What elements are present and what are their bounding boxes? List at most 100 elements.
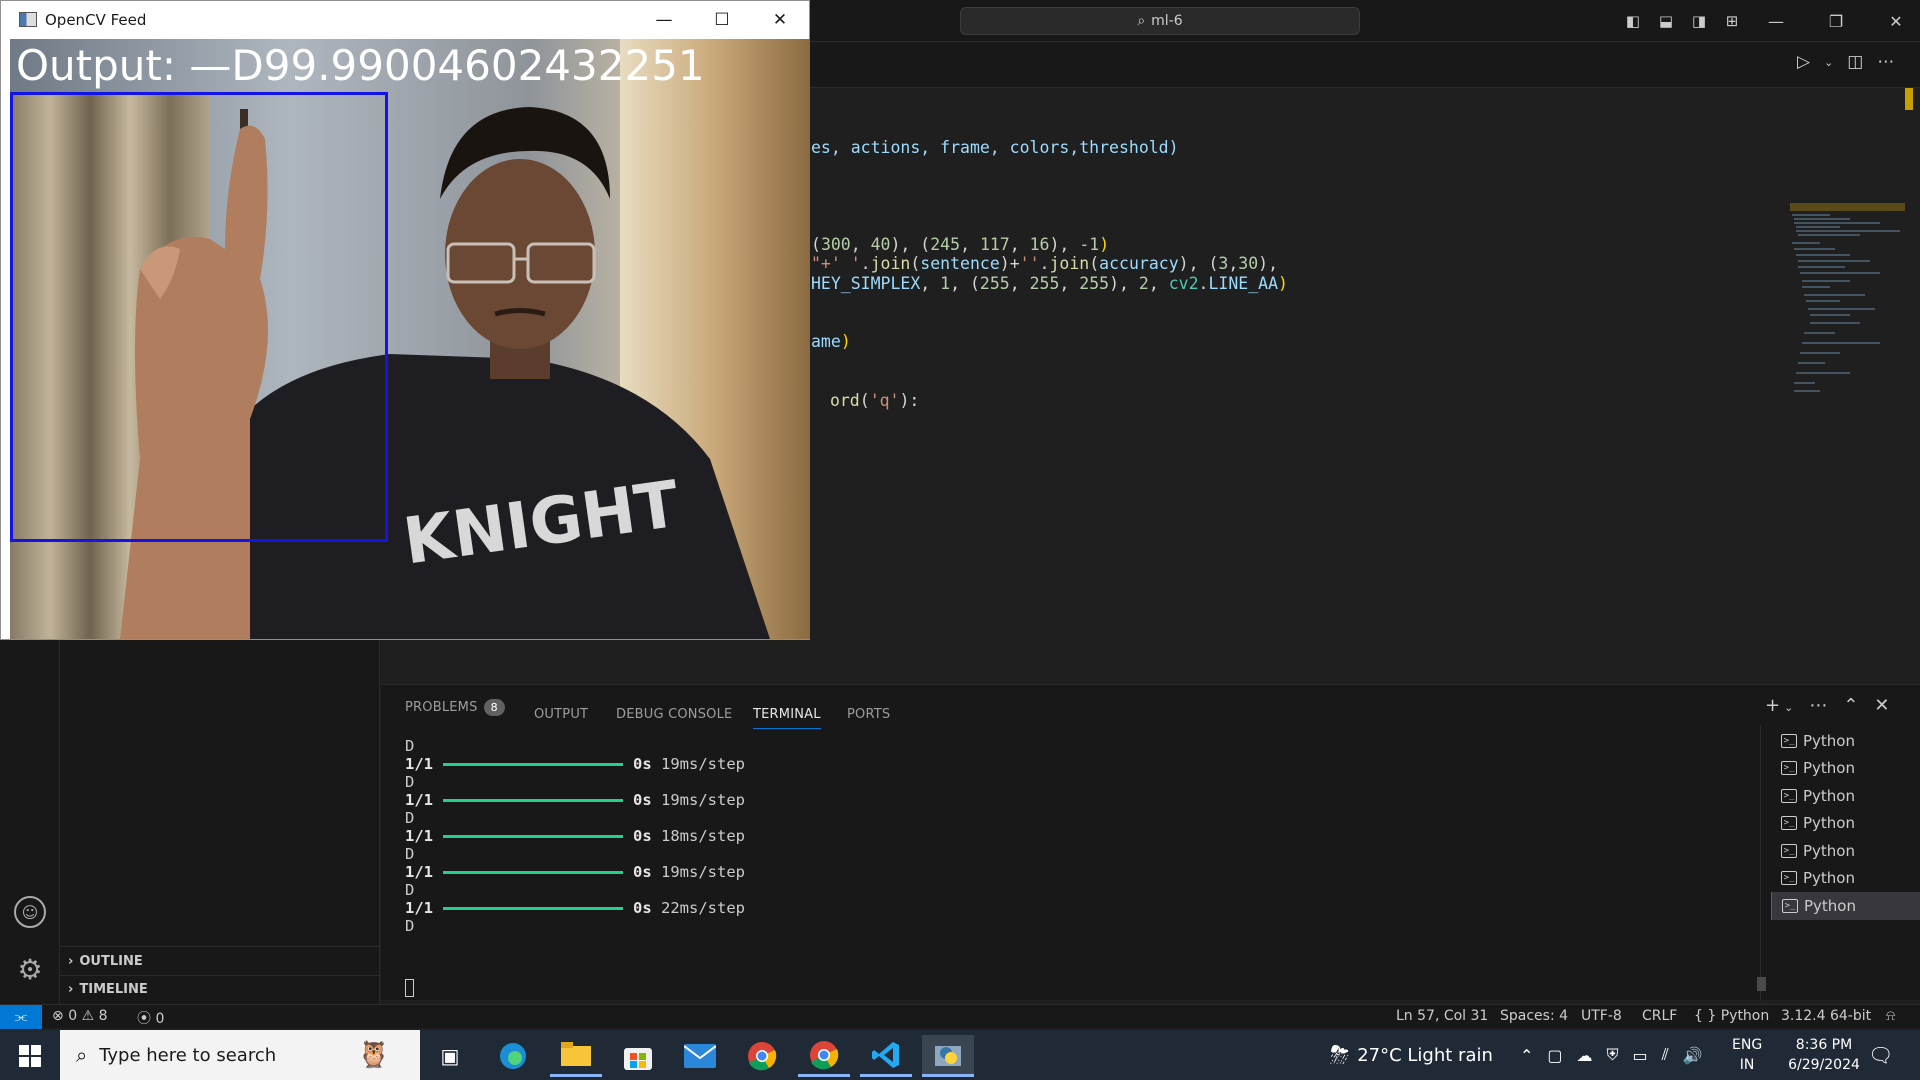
mail-icon[interactable]: [674, 1035, 726, 1077]
weather-widget[interactable]: ⛈ 27°C Light rain: [1330, 1030, 1493, 1080]
tab-debug-console[interactable]: DEBUG CONSOLE: [616, 707, 732, 722]
new-terminal-icon[interactable]: +: [1765, 695, 1780, 716]
wifi-icon[interactable]: ⫽: [1662, 1045, 1669, 1065]
python-interpreter[interactable]: 3.12.4 64-bit: [1781, 1008, 1871, 1024]
terminal-list-item[interactable]: >_ Python: [1771, 755, 1920, 783]
cursor-position[interactable]: Ln 57, Col 31: [1396, 1008, 1488, 1024]
progress-bar: [443, 906, 623, 910]
terminal-list-item[interactable]: >_ Python: [1771, 865, 1920, 893]
code-token: ),: [1049, 235, 1080, 254]
meet-now-icon[interactable]: ▢: [1547, 1046, 1562, 1065]
chevron-up-icon[interactable]: ⌃: [1520, 1046, 1533, 1065]
code-token: join: [870, 254, 911, 273]
code-token: ,: [1148, 274, 1169, 293]
volume-icon[interactable]: 🔊: [1683, 1046, 1703, 1065]
close-icon[interactable]: ✕: [751, 1, 809, 39]
task-view-icon[interactable]: ▣: [424, 1035, 476, 1077]
terminal-list-item[interactable]: >_ Python: [1771, 727, 1920, 755]
customize-layout-icon[interactable]: ⊞: [1719, 8, 1745, 34]
python-icon[interactable]: [922, 1035, 974, 1077]
vscode-icon[interactable]: [860, 1035, 912, 1077]
terminal-list: >_ Python >_ Python >_ Python >_ Python >_ Python…: [1771, 727, 1920, 920]
tab-output[interactable]: OUTPUT: [534, 707, 588, 722]
close-panel-icon[interactable]: ✕: [1874, 695, 1889, 716]
encoding[interactable]: UTF-8: [1581, 1008, 1622, 1024]
ports-status[interactable]: ⦿ 0: [137, 1008, 164, 1028]
progress-bar: [443, 798, 623, 802]
code-token: ): [1278, 274, 1288, 293]
code-line: es, actions, frame, colors,threshold): [811, 138, 1179, 157]
maximize-panel-icon[interactable]: ⌃: [1843, 695, 1858, 716]
toggle-panel-icon[interactable]: ⬓: [1653, 8, 1679, 34]
terminal-line: 1/1 0s 19ms/step: [405, 863, 745, 881]
language-mode[interactable]: { } Python: [1694, 1008, 1769, 1024]
outline-section[interactable]: › OUTLINE: [68, 954, 143, 969]
clock[interactable]: 8:36 PM 6/29/2024: [1786, 1030, 1862, 1080]
language-indicator[interactable]: ENG IN: [1732, 1030, 1762, 1080]
terminal-list-item[interactable]: >_ Python: [1771, 782, 1920, 810]
onedrive-icon[interactable]: ☁: [1577, 1046, 1593, 1065]
more-actions-icon[interactable]: ⋯: [1809, 695, 1827, 716]
toggle-primary-sidebar-icon[interactable]: ◧: [1620, 8, 1646, 34]
code-token: '': [1019, 254, 1040, 273]
chrome-profile-icon[interactable]: [798, 1035, 850, 1077]
edge-browser-icon[interactable]: [487, 1035, 539, 1077]
terminal-scrollbar[interactable]: [1757, 977, 1766, 991]
language-label: Python: [1720, 1008, 1770, 1024]
code-token: ), (: [1178, 254, 1219, 273]
toggle-secondary-sidebar-icon[interactable]: ◨: [1686, 8, 1712, 34]
terminal-line: 1/1 0s 19ms/step: [405, 791, 745, 809]
step-count: 1/1: [405, 899, 433, 917]
terminal-dropdown-icon[interactable]: ⌄: [1784, 701, 1793, 716]
opencv-window[interactable]: OpenCV Feed — ☐ ✕ KNIGHT Output: —D99.99…: [0, 0, 810, 640]
minimap[interactable]: [1790, 203, 1905, 403]
bell-icon[interactable]: ⍾: [1886, 1008, 1895, 1024]
maximize-icon[interactable]: ☐: [693, 1, 751, 39]
taskbar-search[interactable]: ⌕ Type here to search 🦉: [60, 1030, 420, 1080]
chrome-icon[interactable]: [736, 1035, 788, 1077]
terminal-list-item[interactable]: >_ Python: [1771, 837, 1920, 865]
indentation[interactable]: Spaces: 4: [1500, 1008, 1568, 1024]
code-line: "+' '.join(sentence)+''.join(accuracy), …: [811, 254, 1278, 273]
run-icon[interactable]: ▷: [1797, 52, 1810, 72]
windows-start-icon[interactable]: [4, 1035, 56, 1077]
terminal-line: D: [405, 773, 415, 791]
terminal-output[interactable]: D 1/1 0s 19ms/step D 1/1 0s 19ms/step D 1/1 0s 1…: [381, 737, 1761, 1001]
problems-status[interactable]: ⊗ 0 ⚠ 8: [52, 1008, 108, 1024]
tab-problems[interactable]: PROBLEMS 8: [405, 699, 505, 716]
more-actions-icon[interactable]: ⋯: [1877, 52, 1894, 72]
microsoft-store-icon[interactable]: [612, 1035, 664, 1077]
weather-label: 27°C Light rain: [1357, 1044, 1493, 1066]
step-rate: 18ms/step: [651, 827, 745, 845]
opencv-title-bar[interactable]: OpenCV Feed — ☐ ✕: [1, 1, 809, 39]
gear-icon[interactable]: ⚙: [14, 954, 46, 986]
minimize-icon[interactable]: —: [1756, 0, 1796, 42]
remote-indicator-icon[interactable]: ⫘: [0, 1005, 42, 1029]
command-center-search[interactable]: ⌕ ml-6: [960, 7, 1360, 35]
close-icon[interactable]: ✕: [1876, 0, 1916, 42]
file-explorer-icon[interactable]: [550, 1035, 602, 1077]
tab-ports[interactable]: PORTS: [847, 707, 890, 722]
code-token: -1: [1079, 235, 1100, 254]
code-line: ame): [811, 332, 851, 351]
timeline-section[interactable]: › TIMELINE: [68, 982, 148, 997]
run-dropdown-icon[interactable]: ⌄: [1824, 56, 1833, 72]
tab-terminal[interactable]: TERMINAL: [753, 707, 821, 729]
terminal-list-item[interactable]: >_ Python: [1771, 892, 1920, 920]
accounts-icon[interactable]: ☺: [14, 896, 46, 928]
notification-center-icon[interactable]: 🗨: [1868, 1030, 1893, 1080]
restore-icon[interactable]: ❐: [1816, 0, 1856, 42]
terminal-icon: >_: [1782, 898, 1798, 913]
code-token: 255: [979, 274, 1010, 293]
terminal-list-item[interactable]: >_ Python: [1771, 810, 1920, 838]
minimize-icon[interactable]: —: [635, 1, 693, 39]
split-editor-icon[interactable]: ◫: [1847, 52, 1863, 72]
code-token: ,: [1059, 274, 1080, 293]
command-center-label: ml-6: [1151, 13, 1183, 29]
line-ending[interactable]: CRLF: [1642, 1008, 1677, 1024]
outline-label: OUTLINE: [79, 954, 143, 969]
code-token: (: [910, 254, 921, 273]
defender-icon[interactable]: ⛨: [1607, 1045, 1619, 1065]
battery-icon[interactable]: ▭: [1633, 1046, 1648, 1065]
